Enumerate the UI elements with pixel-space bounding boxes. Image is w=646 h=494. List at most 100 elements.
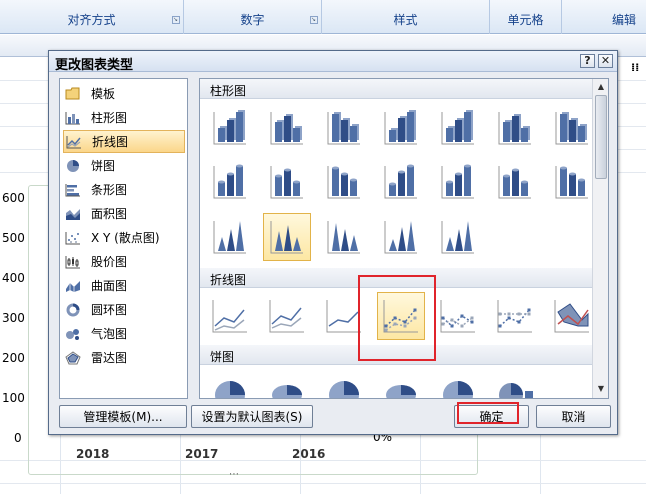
dialog-titlebar[interactable]: 更改图表类型 ? ✕ [49, 51, 617, 73]
cylinder-subtype-tile[interactable] [548, 158, 596, 206]
section-label: 折线图 [210, 273, 247, 287]
cylinder-subtype-tile[interactable] [320, 158, 368, 206]
bubble-chart-icon [65, 327, 81, 341]
split-handle-icon[interactable]: ⁞⁞ [631, 61, 639, 74]
column-subtype-tile[interactable] [206, 104, 254, 152]
ribbon-group-label: 单元格 [507, 13, 544, 27]
pie-subtype-tile[interactable] [263, 369, 311, 398]
pie-subtype-tile[interactable] [377, 369, 425, 398]
ribbon-group-label: 数字 [240, 13, 265, 27]
set-default-chart-button[interactable]: 设置为默认图表(S) [191, 405, 313, 428]
column-subtype-tile[interactable] [320, 104, 368, 152]
column-subtype-tile[interactable] [491, 104, 539, 152]
line-subtype-tile[interactable] [491, 292, 539, 340]
cylinder-subtype-tile[interactable] [491, 158, 539, 206]
section-header-column: 柱形图 [200, 79, 592, 99]
ribbon-group-number[interactable]: 数字 ↘ [184, 0, 322, 34]
y-tick-label: 600 [2, 191, 25, 205]
x-tick-label: 2017 [185, 447, 219, 461]
ribbon-group-styles[interactable]: 样式 [322, 0, 490, 34]
pie-subtype-tile[interactable] [320, 369, 368, 398]
cone-subtype-tile[interactable] [434, 213, 482, 261]
category-label: 气泡图 [91, 327, 128, 341]
scroll-down-icon[interactable]: ▼ [594, 382, 608, 396]
category-label: 雷达图 [91, 351, 128, 365]
category-item-doughnut[interactable]: 圆环图 [63, 298, 185, 321]
category-label: 折线图 [92, 135, 129, 149]
ribbon-group-alignment[interactable]: 对齐方式 ↘ [0, 0, 184, 34]
cone-subtype-tile[interactable] [263, 213, 311, 261]
line-subtype-tile[interactable] [263, 292, 311, 340]
category-item-scatter[interactable]: X Y (散点图) [63, 226, 185, 249]
pie-subtype-tile[interactable] [206, 369, 254, 398]
gallery-scrollbar[interactable]: ▲ ▼ [592, 79, 608, 398]
ribbon: 对齐方式 ↘ 数字 ↘ 样式 单元格 编辑 [0, 0, 646, 34]
highlight-box-ok-button [457, 402, 519, 424]
area-chart-icon [65, 207, 81, 221]
y-tick-label: 0 [14, 431, 22, 445]
category-label: 条形图 [91, 183, 128, 197]
dialog-title: 更改图表类型 [55, 58, 134, 73]
y-tick-label: 100 [2, 391, 25, 405]
highlight-box-selected-subtype [358, 275, 436, 361]
cone-subtype-tile[interactable] [206, 213, 254, 261]
line-subtype-tile[interactable] [548, 292, 596, 340]
resize-handle-icon[interactable]: ⋯ [229, 469, 239, 480]
grid-line [0, 483, 646, 484]
ribbon-group-label: 样式 [393, 13, 418, 27]
category-item-column[interactable]: 柱形图 [63, 106, 185, 129]
category-label: 面积图 [91, 207, 128, 221]
cone-subtype-tile[interactable] [377, 213, 425, 261]
column-subtype-tile[interactable] [434, 104, 482, 152]
line-chart-icon [66, 135, 82, 149]
radar-chart-icon [65, 350, 81, 365]
dialog-launcher-icon[interactable]: ↘ [310, 16, 318, 24]
close-button[interactable]: ✕ [598, 54, 613, 68]
cylinder-subtype-tile[interactable] [377, 158, 425, 206]
cylinder-subtype-tile[interactable] [206, 158, 254, 206]
category-item-pie[interactable]: 饼图 [63, 154, 185, 177]
category-item-bar[interactable]: 条形图 [63, 178, 185, 201]
ribbon-group-label: 对齐方式 [67, 13, 116, 27]
category-item-template[interactable]: 模板 [63, 82, 185, 105]
column-subtype-tile[interactable] [377, 104, 425, 152]
category-label: 柱形图 [91, 111, 128, 125]
category-item-radar[interactable]: 雷达图 [63, 346, 185, 369]
change-chart-type-dialog: 更改图表类型 ? ✕ 模板 柱形图 折线图 饼图 条形图 面积图 X Y (散点… [48, 50, 618, 435]
surface-chart-icon [65, 279, 81, 293]
section-label: 柱形图 [210, 84, 247, 98]
category-label: 圆环图 [91, 303, 128, 317]
category-item-stock[interactable]: 股价图 [63, 250, 185, 273]
stock-chart-icon [65, 255, 81, 269]
y-tick-label: 300 [2, 311, 25, 325]
doughnut-chart-icon [65, 303, 81, 317]
category-item-surface[interactable]: 曲面图 [63, 274, 185, 297]
category-item-area[interactable]: 面积图 [63, 202, 185, 225]
category-label: X Y (散点图) [91, 231, 160, 245]
x-tick-label: 2018 [76, 447, 110, 461]
ribbon-group-cells[interactable]: 单元格 [490, 0, 562, 34]
scroll-up-icon[interactable]: ▲ [594, 80, 608, 94]
scroll-thumb[interactable] [595, 95, 607, 179]
x-tick-label: 2016 [292, 447, 326, 461]
cylinder-subtype-tile[interactable] [434, 158, 482, 206]
y-tick-label: 500 [2, 231, 25, 245]
cancel-button[interactable]: 取消 [536, 405, 611, 428]
category-item-bubble[interactable]: 气泡图 [63, 322, 185, 345]
help-button[interactable]: ? [580, 54, 595, 68]
cylinder-subtype-tile[interactable] [263, 158, 311, 206]
ribbon-group-editing[interactable]: 编辑 [562, 0, 646, 34]
scatter-chart-icon [65, 231, 81, 245]
column-subtype-tile[interactable] [548, 104, 596, 152]
line-subtype-tile[interactable] [434, 292, 482, 340]
dialog-launcher-icon[interactable]: ↘ [172, 16, 180, 24]
cone-subtype-tile[interactable] [320, 213, 368, 261]
column-subtype-tile[interactable] [263, 104, 311, 152]
category-item-line[interactable]: 折线图 [63, 130, 185, 153]
pie-subtype-tile[interactable] [434, 369, 482, 398]
category-label: 曲面图 [91, 279, 128, 293]
category-label: 模板 [91, 87, 116, 101]
pie-subtype-tile[interactable] [491, 369, 539, 398]
manage-templates-button[interactable]: 管理模板(M)... [59, 405, 187, 428]
line-subtype-tile[interactable] [206, 292, 254, 340]
